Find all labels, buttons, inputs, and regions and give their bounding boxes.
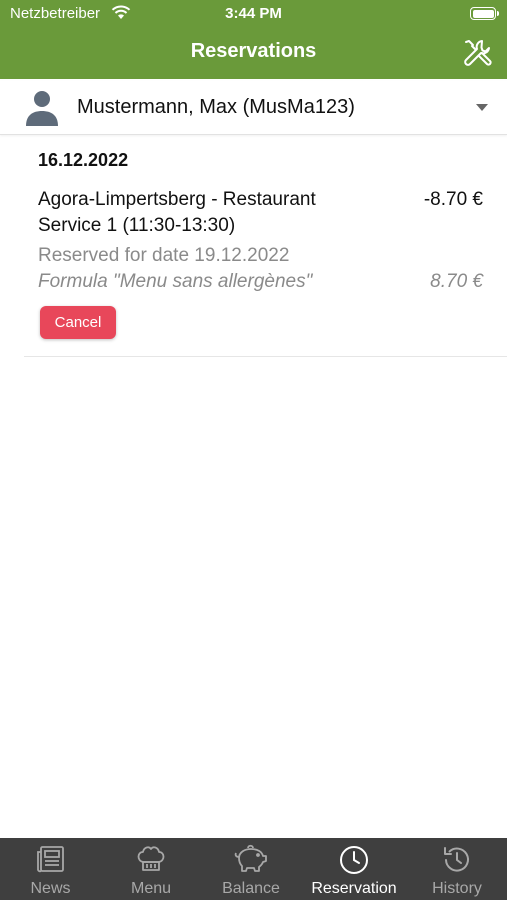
piggy-bank-icon	[234, 844, 267, 872]
reserved-for-date: Reserved for date 19.12.2022	[38, 245, 290, 266]
tab-label: Menu	[130, 880, 172, 897]
status-time: 3:44 PM	[225, 5, 282, 22]
tab-bar: News Menu Balance Reservation History	[0, 838, 507, 900]
tab-label: Reservation	[311, 880, 397, 897]
person-icon	[26, 91, 58, 126]
user-name: Mustermann, Max (MusMa123)	[77, 96, 355, 118]
battery-icon	[470, 7, 499, 20]
chef-hat-icon	[137, 846, 165, 871]
status-bar: Netzbetreiber 3:44 PM	[0, 0, 507, 28]
tab-label: History	[432, 880, 482, 897]
news-icon	[36, 846, 64, 873]
tab-label: Balance	[222, 880, 280, 897]
tab-reservation[interactable]: Reservation	[301, 838, 407, 900]
reservation-amount: -8.70 €	[423, 189, 483, 210]
tab-history[interactable]: History	[407, 838, 507, 900]
reservation-date: 16.12.2022	[38, 150, 129, 170]
cancel-button[interactable]: Cancel	[40, 306, 116, 339]
tab-balance[interactable]: Balance	[201, 838, 301, 900]
chevron-down-icon[interactable]	[476, 104, 488, 111]
app-header: Netzbetreiber 3:44 PM Reservations	[0, 0, 507, 79]
formula-name: Formula "Menu sans allergènes"	[38, 271, 313, 292]
divider	[24, 356, 507, 357]
formula-amount: 8.70 €	[430, 271, 483, 292]
tools-icon[interactable]	[462, 37, 494, 69]
tab-news[interactable]: News	[0, 838, 101, 900]
history-icon	[444, 847, 469, 872]
user-selector[interactable]: Mustermann, Max (MusMa123)	[0, 81, 507, 135]
tab-menu[interactable]: Menu	[101, 838, 201, 900]
reservation-place: Agora-Limpertsberg - Restaurant Service …	[38, 189, 316, 236]
tab-label: News	[30, 880, 71, 897]
clock-icon	[340, 846, 368, 874]
page-title: Reservations	[190, 40, 317, 62]
